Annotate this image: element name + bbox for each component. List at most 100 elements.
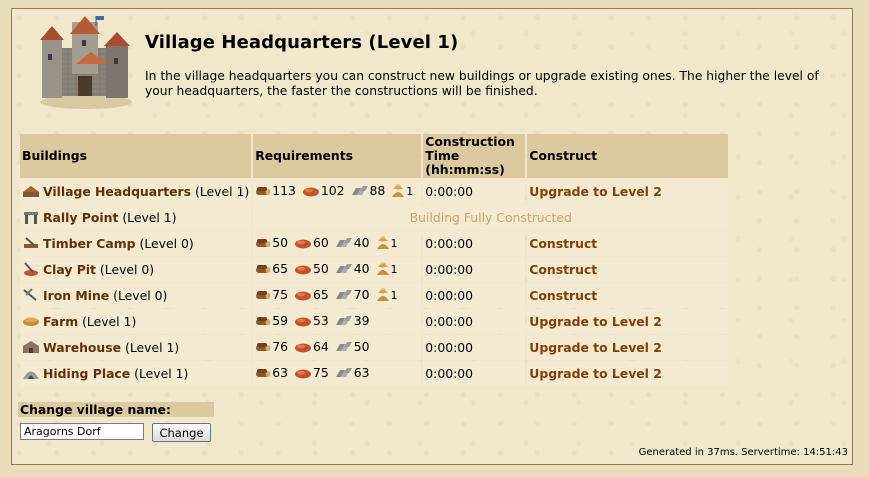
construct-link[interactable]: Upgrade to Level 2 bbox=[529, 366, 662, 381]
wood-requirement: 75 bbox=[255, 287, 288, 304]
wood-value: 75 bbox=[272, 287, 288, 302]
construction-time: 0:00:00 bbox=[423, 257, 526, 282]
building-name-link[interactable]: Warehouse bbox=[43, 340, 121, 355]
wood-requirement: 65 bbox=[255, 261, 288, 278]
population-icon bbox=[391, 183, 405, 200]
building-level: (Level 1) bbox=[195, 184, 250, 199]
change-name-button[interactable]: Change bbox=[152, 423, 211, 442]
wood-icon bbox=[255, 315, 271, 330]
clay-value: 64 bbox=[312, 339, 329, 354]
iron-requirement: 39 bbox=[335, 313, 370, 330]
iron-value: 40 bbox=[353, 235, 370, 250]
wood-icon bbox=[255, 289, 271, 304]
wood-requirement: 59 bbox=[255, 313, 288, 330]
construct-action: Upgrade to Level 2 bbox=[527, 309, 729, 334]
iron-icon bbox=[335, 315, 353, 330]
construction-time: 0:00:00 bbox=[423, 231, 526, 256]
clay-requirement: 60 bbox=[294, 235, 329, 252]
iron-value: 40 bbox=[353, 261, 370, 276]
building-cell: Timber Camp (Level 0) bbox=[20, 231, 252, 256]
construct-action: Upgrade to Level 2 bbox=[527, 361, 729, 386]
wood-requirement: 76 bbox=[255, 339, 288, 356]
clay-requirement: 50 bbox=[294, 261, 329, 278]
population-requirement: 1 bbox=[376, 261, 398, 278]
building-name-link[interactable]: Timber Camp bbox=[43, 236, 136, 251]
population-value: 1 bbox=[390, 263, 398, 276]
iron-icon bbox=[335, 341, 353, 356]
iron-icon bbox=[335, 263, 353, 278]
population-requirement: 1 bbox=[376, 287, 398, 304]
header-construction-time: Construction Time (hh:mm:ss) bbox=[423, 134, 526, 178]
building-name-link[interactable]: Village Headquarters bbox=[43, 184, 191, 199]
farm-icon bbox=[22, 314, 40, 328]
building-level: (Level 0) bbox=[99, 262, 155, 277]
clay-requirement: 64 bbox=[294, 339, 329, 356]
requirements-cell: 113 102 88 1 bbox=[253, 179, 422, 204]
table-row: Iron Mine (Level 0) 75 65 70 1 0:00:00 Constru… bbox=[20, 283, 729, 308]
iron-requirement: 88 bbox=[351, 183, 386, 200]
population-icon bbox=[376, 261, 390, 278]
iron-value: 63 bbox=[353, 365, 370, 380]
header-buildings: Buildings bbox=[20, 134, 252, 178]
iron-icon bbox=[335, 289, 353, 304]
wood-value: 113 bbox=[272, 183, 296, 198]
population-requirement: 1 bbox=[391, 183, 413, 200]
timber-camp-icon bbox=[22, 236, 40, 250]
clay-value: 53 bbox=[312, 313, 329, 328]
building-level: (Level 0) bbox=[139, 236, 194, 251]
table-row: Clay Pit (Level 0) 65 50 40 1 0:00:00 Construc… bbox=[20, 257, 729, 282]
construct-link[interactable]: Construct bbox=[529, 236, 597, 251]
iron-mine-icon bbox=[22, 288, 40, 302]
building-name-link[interactable]: Farm bbox=[43, 314, 78, 329]
header-time-line2: Time bbox=[425, 148, 460, 163]
clay-requirement: 53 bbox=[294, 313, 329, 330]
clay-icon bbox=[294, 315, 312, 330]
requirements-cell: 59 53 39 bbox=[253, 309, 422, 334]
building-name-link[interactable]: Rally Point bbox=[43, 210, 118, 225]
iron-requirement: 50 bbox=[335, 339, 370, 356]
construct-action: Construct bbox=[527, 283, 729, 308]
construct-action: Construct bbox=[527, 257, 729, 282]
server-footer: Generated in 37ms. Servertime: 14:51:43 bbox=[638, 447, 848, 458]
header-requirements: Requirements bbox=[253, 134, 422, 178]
construct-link[interactable]: Upgrade to Level 2 bbox=[529, 314, 662, 329]
table-row: Rally Point (Level 1) Building Fully Cons… bbox=[20, 205, 729, 230]
iron-icon bbox=[351, 185, 369, 200]
iron-value: 88 bbox=[369, 183, 386, 198]
construct-link[interactable]: Construct bbox=[529, 262, 597, 277]
village-name-input[interactable] bbox=[20, 423, 144, 440]
population-icon bbox=[376, 287, 390, 304]
iron-requirement: 40 bbox=[335, 235, 370, 252]
building-name-link[interactable]: Hiding Place bbox=[43, 366, 130, 381]
construct-link[interactable]: Upgrade to Level 2 bbox=[529, 340, 662, 355]
requirements-cell: 76 64 50 bbox=[253, 335, 422, 360]
clay-icon bbox=[294, 367, 312, 382]
population-value: 1 bbox=[406, 185, 414, 198]
building-level: (Level 1) bbox=[125, 340, 180, 355]
construct-action: Upgrade to Level 2 bbox=[527, 335, 729, 360]
building-cell: Rally Point (Level 1) bbox=[20, 205, 252, 230]
construct-link[interactable]: Construct bbox=[529, 288, 597, 303]
clay-icon bbox=[294, 263, 312, 278]
construct-link[interactable]: Upgrade to Level 2 bbox=[529, 184, 662, 199]
clay-value: 102 bbox=[320, 183, 345, 198]
building-name-link[interactable]: Clay Pit bbox=[43, 262, 96, 277]
wood-value: 63 bbox=[272, 365, 288, 380]
wood-value: 59 bbox=[272, 313, 288, 328]
population-icon bbox=[376, 235, 390, 252]
clay-requirement: 75 bbox=[294, 365, 329, 382]
clay-icon bbox=[302, 185, 320, 200]
table-row: Farm (Level 1) 59 53 39 0:00:00 Upgrade to Le… bbox=[20, 309, 729, 334]
page-title: Village Headquarters (Level 1) bbox=[145, 32, 459, 53]
header-construct: Construct bbox=[527, 134, 729, 178]
iron-value: 50 bbox=[353, 339, 370, 354]
building-cell: Iron Mine (Level 0) bbox=[20, 283, 252, 308]
iron-requirement: 70 bbox=[335, 287, 370, 304]
building-level: (Level 1) bbox=[82, 314, 137, 329]
population-value: 1 bbox=[390, 289, 398, 302]
wood-icon bbox=[255, 367, 271, 382]
building-cell: Hiding Place (Level 1) bbox=[20, 361, 252, 386]
building-name-link[interactable]: Iron Mine bbox=[43, 288, 109, 303]
fully-constructed-status: Building Fully Constructed bbox=[253, 205, 729, 230]
hiding-place-icon bbox=[22, 366, 40, 380]
